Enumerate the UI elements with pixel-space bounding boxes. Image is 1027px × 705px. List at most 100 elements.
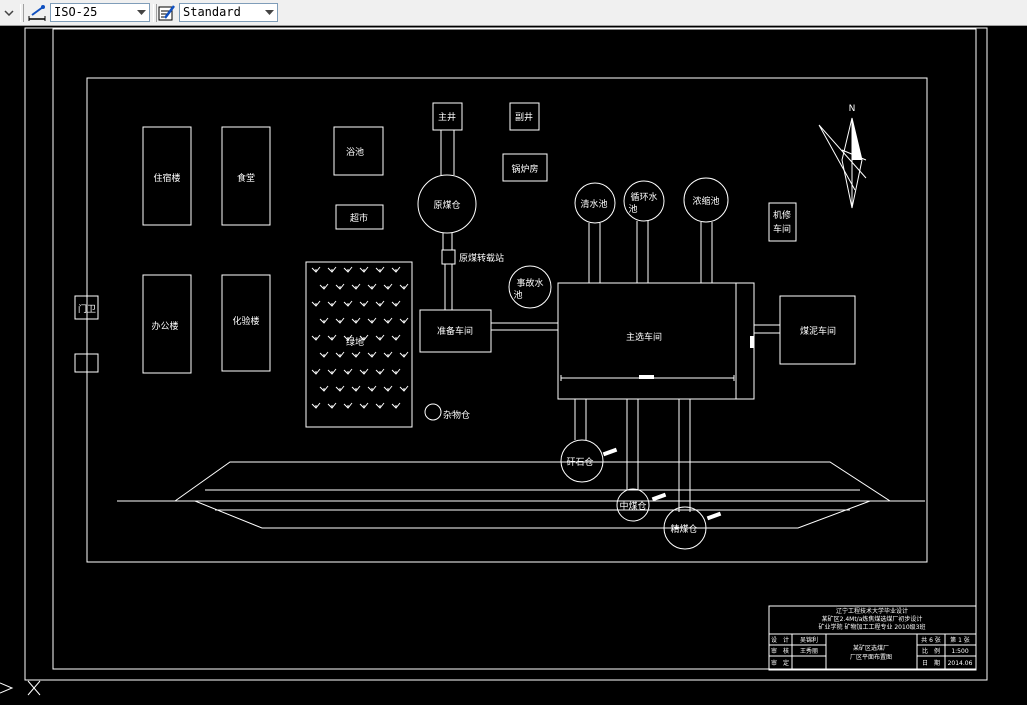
sheet-number: 第 1 张 <box>950 636 970 644</box>
vegetation-mark <box>375 334 385 341</box>
label-boiler-room: 锅炉房 <box>511 163 538 175</box>
site-boundary <box>86 77 928 563</box>
label-market: 超市 <box>350 212 368 224</box>
vegetation-mark <box>391 368 401 375</box>
vegetation-mark <box>391 402 401 409</box>
vegetation-mark <box>335 283 345 290</box>
vegetation-mark <box>367 385 377 392</box>
label-marker-middling <box>651 492 667 502</box>
vegetation-mark <box>319 317 329 324</box>
vegetation-mark <box>335 351 345 358</box>
vegetation-mark <box>391 300 401 307</box>
vegetation-mark <box>367 283 377 290</box>
label-green-area: 绿地 <box>346 336 364 348</box>
vegetation-mark <box>311 266 321 273</box>
drawing-title-2: 厂区平面布置图 <box>850 653 892 661</box>
design-label: 设 计 <box>771 636 789 644</box>
vegetation-mark <box>351 351 361 358</box>
vegetation-mark <box>335 317 345 324</box>
vegetation-mark <box>351 385 361 392</box>
label-misc-silo: 杂物仓 <box>443 409 470 421</box>
title-line-1: 辽宁工程技术大学毕业设计 <box>836 607 908 615</box>
label-main-plant: 主选车间 <box>626 331 662 343</box>
label-aux-shaft: 副井 <box>515 111 533 123</box>
vegetation-mark <box>375 266 385 273</box>
vegetation-mark <box>343 266 353 273</box>
vegetation-mark <box>311 300 321 307</box>
label-gatehouse: 门卫 <box>78 303 96 315</box>
label-prep-workshop: 准备车间 <box>437 325 473 337</box>
sheet-outer-frame <box>24 27 988 681</box>
vegetation-mark <box>375 402 385 409</box>
scale-value: 1:500 <box>951 648 968 655</box>
vegetation-mark <box>311 334 321 341</box>
conveyor-main-shaft <box>440 130 455 175</box>
vegetation-mark <box>391 334 401 341</box>
conveyor-transfer <box>444 264 453 310</box>
label-dormitory: 住宿楼 <box>153 172 180 184</box>
vegetation-mark <box>327 334 337 341</box>
label-clear-pool: 清水池 <box>580 198 607 210</box>
conveyor-middling <box>626 399 639 490</box>
vegetation-mark <box>367 317 377 324</box>
vegetation-mark <box>359 402 369 409</box>
pipe-thick-pool <box>700 222 713 283</box>
vegetation-mark <box>343 300 353 307</box>
north-arrow-icon <box>818 117 867 209</box>
label-repair-line2: 车间 <box>773 223 791 235</box>
label-office: 办公楼 <box>151 320 178 332</box>
vegetation-mark <box>335 385 345 392</box>
label-circ-pool-line1: 循环水 <box>630 191 657 203</box>
building-repair-shop[interactable] <box>768 202 797 242</box>
label-marker-clean <box>706 511 722 521</box>
pipe-circ-pool <box>636 221 649 283</box>
approve-label: 审 定 <box>771 659 789 667</box>
vegetation-mark <box>383 351 393 358</box>
vegetation-mark <box>375 368 385 375</box>
label-circ-pool-line2: 池 <box>628 203 637 215</box>
label-middling-silo: 中煤仓 <box>619 500 646 512</box>
label-thick-pool: 浓缩池 <box>692 195 719 207</box>
vegetation-mark <box>343 402 353 409</box>
label-raw-coal-silo: 原煤仓 <box>433 199 460 211</box>
vegetation-mark <box>399 385 409 392</box>
vegetation-mark <box>351 317 361 324</box>
conveyor-slime <box>754 324 780 334</box>
dimension-marker <box>639 375 654 379</box>
partition-marker <box>750 336 754 348</box>
vegetation-mark <box>375 300 385 307</box>
vegetation-mark <box>359 368 369 375</box>
vegetation-mark <box>327 266 337 273</box>
label-repair-line1: 机修 <box>773 209 791 221</box>
misc-silo[interactable] <box>424 403 442 421</box>
label-marker-gangue <box>602 447 618 457</box>
sheet-count: 共 6 张 <box>921 636 941 644</box>
vegetation-mark <box>319 351 329 358</box>
conveyor-silo <box>442 233 453 250</box>
label-gangue-silo: 矸石仓 <box>566 456 593 468</box>
vegetation-mark <box>383 317 393 324</box>
vegetation-mark <box>359 300 369 307</box>
vegetation-mark <box>351 283 361 290</box>
vegetation-mark <box>343 368 353 375</box>
drawing-canvas[interactable]: 住宿楼 食堂 办公楼 化验楼 门卫 浴池 超市 主井 副井 锅炉房 原煤仓 原煤… <box>0 0 1027 705</box>
vegetation-mark <box>327 300 337 307</box>
vegetation-mark <box>327 402 337 409</box>
vegetation-mark <box>311 368 321 375</box>
label-accident-pool-line2: 池 <box>513 289 522 301</box>
label-accident-pool-line1: 事故水 <box>516 277 543 289</box>
date-value: 2014.06 <box>948 660 973 667</box>
conveyor-prep <box>491 322 558 331</box>
transfer-station[interactable] <box>441 249 456 265</box>
conveyor-gangue <box>574 399 587 440</box>
railway <box>117 461 925 529</box>
label-lab: 化验楼 <box>232 315 259 327</box>
label-canteen: 食堂 <box>237 172 255 184</box>
label-clean-coal-silo: 精煤仓 <box>670 523 697 535</box>
conveyor-clean-coal <box>678 399 691 512</box>
vegetation-mark <box>399 283 409 290</box>
label-north: N <box>849 104 856 114</box>
title-line-2: 某矿区2.4Mt/a炼焦煤选煤厂初步设计 <box>822 615 923 623</box>
drawing-title-1: 某矿区选煤厂 <box>853 644 889 652</box>
label-bathhouse: 浴池 <box>346 146 364 158</box>
